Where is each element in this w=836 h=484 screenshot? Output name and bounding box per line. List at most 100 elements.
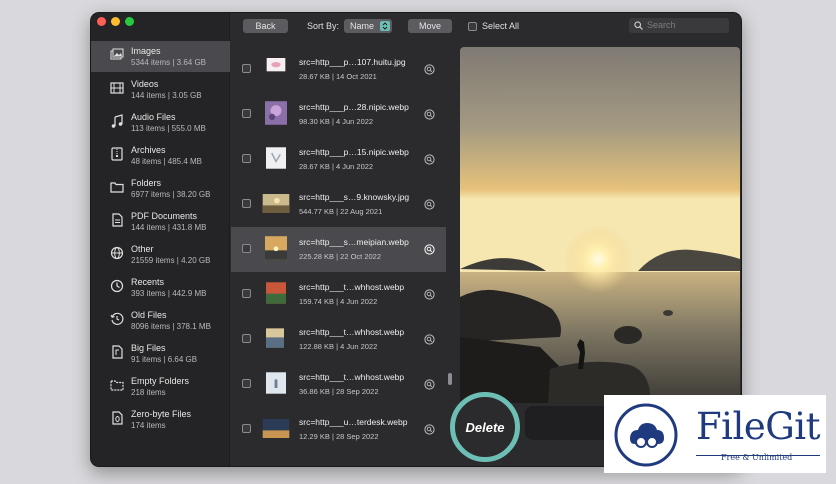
file-row[interactable]: src=http___p…15.nipic.webp 28.67 KB | 4 … xyxy=(231,137,446,182)
file-row[interactable]: src=http___s…9.knowsky.jpg 544.77 KB | 2… xyxy=(231,182,446,227)
filegit-logo-text: FileGit xyxy=(696,405,821,448)
row-checkbox[interactable] xyxy=(242,334,251,343)
filegit-logo: FileGit Free & Unlimited xyxy=(604,395,826,473)
row-checkbox[interactable] xyxy=(242,64,251,73)
quick-look-icon[interactable] xyxy=(424,154,435,165)
row-checkbox[interactable] xyxy=(242,109,251,118)
search-field[interactable]: Search xyxy=(629,18,729,33)
file-thumbnail xyxy=(266,372,286,394)
minimize-window-button[interactable] xyxy=(111,17,120,26)
sidebar-item-title: Audio Files xyxy=(131,112,176,122)
sidebar-item-title: Images xyxy=(131,46,161,56)
file-row[interactable]: src=http___t…whhost.webp 159.74 KB | 4 J… xyxy=(231,272,446,317)
sidebar-item-pdf-documents[interactable]: PDF Documents 144 items | 431.8 MB xyxy=(91,206,230,237)
sidebar-item-title: Videos xyxy=(131,79,159,89)
sidebar-item-videos[interactable]: Videos 144 items | 3.05 GB xyxy=(91,74,230,105)
quick-look-icon[interactable] xyxy=(424,334,435,345)
search-placeholder: Search xyxy=(647,20,676,30)
search-icon xyxy=(634,21,643,30)
file-thumbnail xyxy=(266,282,286,304)
big-file-icon xyxy=(112,345,123,359)
archive-icon xyxy=(111,147,123,161)
sidebar-item-subtitle: 174 items xyxy=(131,421,166,430)
sidebar-item-audio-files[interactable]: Audio Files 113 items | 555.0 MB xyxy=(91,107,230,138)
row-checkbox[interactable] xyxy=(242,199,251,208)
quick-look-icon[interactable] xyxy=(424,109,435,120)
sidebar-item-empty-folders[interactable]: Empty Folders 218 items xyxy=(91,371,230,402)
select-all-checkbox[interactable] xyxy=(468,22,477,31)
sidebar-item-other[interactable]: Other 21559 items | 4.20 GB xyxy=(91,239,230,270)
file-meta: 225.28 KB | 22 Oct 2022 xyxy=(299,252,382,261)
quick-look-icon[interactable] xyxy=(424,64,435,75)
file-meta: 98.30 KB | 4 Jun 2022 xyxy=(299,117,374,126)
file-thumbnail xyxy=(265,236,287,260)
sidebar-item-title: Folders xyxy=(131,178,162,188)
quick-look-icon[interactable] xyxy=(424,424,435,435)
list-scrollbar[interactable] xyxy=(448,373,452,385)
image-preview xyxy=(460,47,740,403)
move-button[interactable]: Move xyxy=(408,19,452,33)
file-row[interactable]: src=http___p…107.huitu.jpg 28.67 KB | 14… xyxy=(231,47,446,92)
toolbar: Back Sort By: Name Move Select All Searc… xyxy=(231,13,741,42)
folder-icon xyxy=(110,182,124,193)
delete-button-label: Delete xyxy=(465,419,505,435)
delete-button[interactable]: Delete xyxy=(450,392,520,462)
file-meta: 122.88 KB | 4 Jun 2022 xyxy=(299,342,378,351)
sidebar-item-big-files[interactable]: Big Files 91 items | 6.64 GB xyxy=(91,338,230,369)
file-name: src=http___u…terdesk.webp xyxy=(299,417,408,427)
sidebar: Images 5344 items | 3.64 GB Videos 144 ite… xyxy=(91,13,230,466)
film-icon xyxy=(110,82,124,94)
file-row-selected[interactable]: src=http___s…meipian.webp 225.28 KB | 22… xyxy=(231,227,446,272)
close-window-button[interactable] xyxy=(97,17,106,26)
file-thumbnail xyxy=(266,328,284,348)
file-row[interactable]: src=http___u…terdesk.webp 12.29 KB | 28 … xyxy=(231,407,446,452)
pdf-icon xyxy=(112,213,123,227)
filegit-tagline: Free & Unlimited xyxy=(721,453,793,462)
row-checkbox[interactable] xyxy=(242,154,251,163)
row-checkbox[interactable] xyxy=(242,424,251,433)
sidebar-item-subtitle: 91 items | 6.64 GB xyxy=(131,355,198,364)
history-icon xyxy=(110,312,124,325)
sidebar-item-title: Other xyxy=(131,244,154,254)
sidebar-item-images[interactable]: Images 5344 items | 3.64 GB xyxy=(91,41,230,72)
row-checkbox[interactable] xyxy=(242,244,251,253)
sidebar-item-recents[interactable]: Recents 393 items | 442.9 MB xyxy=(91,272,230,303)
sidebar-item-title: Recents xyxy=(131,277,165,287)
quick-look-icon[interactable] xyxy=(424,379,435,390)
clock-icon xyxy=(110,279,124,293)
sidebar-item-title: Empty Folders xyxy=(131,376,190,386)
sidebar-item-subtitle: 6977 items | 38.20 GB xyxy=(131,190,211,199)
sidebar-item-subtitle: 113 items | 555.0 MB xyxy=(131,124,206,133)
quick-look-icon[interactable] xyxy=(424,244,435,255)
file-name: src=http___s…9.knowsky.jpg xyxy=(299,192,410,202)
sidebar-item-subtitle: 48 items | 485.4 MB xyxy=(131,157,202,166)
quick-look-icon[interactable] xyxy=(424,289,435,300)
sort-by-label: Sort By: xyxy=(307,21,340,31)
file-thumbnail xyxy=(266,58,286,72)
sidebar-item-zero-byte-files[interactable]: Zero-byte Files 174 items xyxy=(91,404,230,435)
sidebar-item-folders[interactable]: Folders 6977 items | 38.20 GB xyxy=(91,173,230,204)
music-icon xyxy=(111,114,123,128)
sidebar-item-old-files[interactable]: Old Files 8096 items | 378.1 MB xyxy=(91,305,230,336)
sort-select[interactable]: Name xyxy=(344,19,392,33)
file-row[interactable]: src=http___p…28.nipic.webp 98.30 KB | 4 … xyxy=(231,92,446,137)
sidebar-item-title: Big Files xyxy=(131,343,166,353)
sidebar-item-archives[interactable]: Archives 48 items | 485.4 MB xyxy=(91,140,230,171)
file-meta: 28.67 KB | 14 Oct 2021 xyxy=(299,72,377,81)
empty-folder-icon xyxy=(110,380,124,391)
file-row[interactable]: src=http___t…whhost.webp 36.86 KB | 28 S… xyxy=(231,362,446,407)
quick-look-icon[interactable] xyxy=(424,199,435,210)
file-thumbnail xyxy=(262,419,290,438)
row-checkbox[interactable] xyxy=(242,379,251,388)
sidebar-item-subtitle: 21559 items | 4.20 GB xyxy=(131,256,211,265)
file-meta: 36.86 KB | 28 Sep 2022 xyxy=(299,387,379,396)
back-button[interactable]: Back xyxy=(243,19,288,33)
file-row[interactable]: src=http___t…whhost.webp 122.88 KB | 4 J… xyxy=(231,317,446,362)
row-checkbox[interactable] xyxy=(242,289,251,298)
file-list: src=http___p…107.huitu.jpg 28.67 KB | 14… xyxy=(231,42,446,466)
select-all-label[interactable]: Select All xyxy=(482,19,519,33)
file-name: src=http___t…whhost.webp xyxy=(299,327,405,337)
filegit-logo-icon xyxy=(614,403,678,467)
sidebar-item-subtitle: 144 items | 431.8 MB xyxy=(131,223,207,232)
zoom-window-button[interactable] xyxy=(125,17,134,26)
